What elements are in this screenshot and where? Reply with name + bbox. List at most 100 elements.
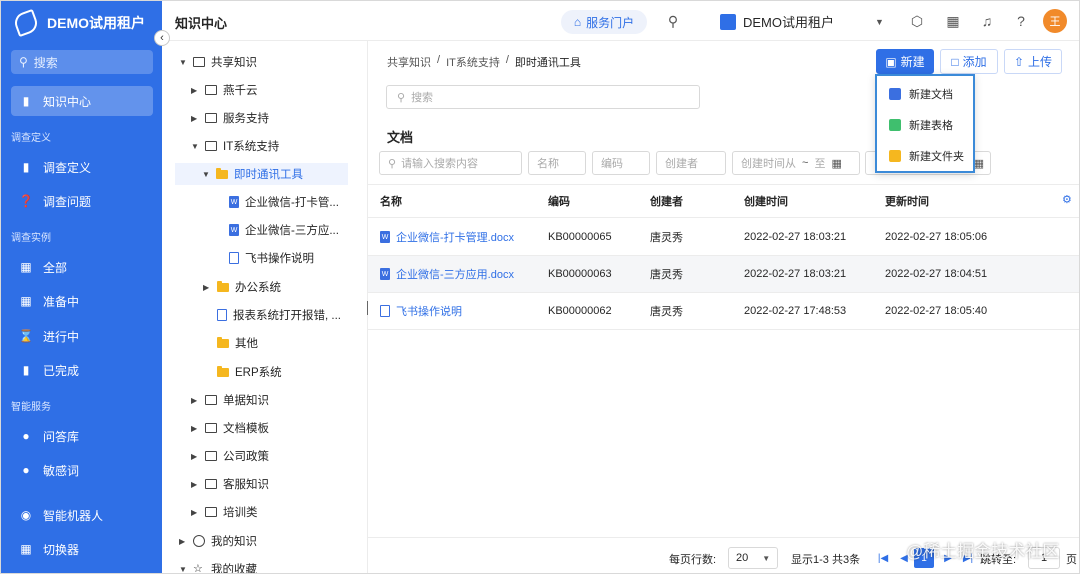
document-icon <box>380 305 390 317</box>
sidebar-item-survey-def[interactable]: ▮ 调查定义 <box>11 152 153 182</box>
watermark: @稀土掘金技术社区 <box>906 542 1060 561</box>
row-code: KB00000063 <box>548 268 612 280</box>
tree-node-doc-feishu[interactable]: 飞书操作说明 <box>229 247 314 269</box>
search-icon[interactable]: ⚲ <box>664 12 682 30</box>
table-row[interactable]: 飞书操作说明 KB00000062 唐灵秀 2022-02-27 17:48:5… <box>368 293 1079 330</box>
search-input[interactable]: ⚲ 搜索 <box>386 85 700 109</box>
created-date-range[interactable]: 创建时间从 ~ 至 ▦ <box>732 151 860 175</box>
column-header-code[interactable]: 编码 <box>548 185 570 217</box>
keyword-filter-input[interactable]: ⚲ 请输入搜索内容 <box>379 151 522 175</box>
tree-node-label: 服务支持 <box>223 113 269 125</box>
created-from-placeholder: 创建时间从 <box>741 158 796 170</box>
tree-node-report-error[interactable]: 报表系统打开报错, ... <box>217 304 341 326</box>
tree-node-my-favorites[interactable]: ▼ ☆ 我的收藏 <box>179 558 257 574</box>
rows-per-page-select[interactable]: 20 ▼ <box>728 547 778 569</box>
tree-node-service-support[interactable]: ▶ 服务支持 <box>191 107 269 129</box>
tree-node-label: 企业微信-三方应... <box>245 225 339 237</box>
tenant-selector[interactable]: DEMO试用租户 ▼ <box>720 12 884 31</box>
tree-node-office[interactable]: ▶ 办公系统 <box>203 276 281 298</box>
tree-node-label: ERP系统 <box>235 367 282 379</box>
sidebar-item-all[interactable]: ▦ 全部 <box>11 252 153 282</box>
tree-node-im-tools[interactable]: ▼ 即时通讯工具 <box>175 163 348 185</box>
row-name[interactable]: 企业微信-三方应用.docx <box>396 266 514 282</box>
sidebar-item-label: 敏感词 <box>43 463 80 478</box>
new-button-label: 新建 <box>900 55 925 69</box>
tree-node-forms[interactable]: ▶ 单据知识 <box>191 389 269 411</box>
tree-node-templates[interactable]: ▶ 文档模板 <box>191 417 269 439</box>
code-filter-input[interactable]: 编码 <box>592 151 650 175</box>
tree-node-policy[interactable]: ▶ 公司政策 <box>191 445 269 467</box>
menu-item-new-doc[interactable]: 新建文档 <box>889 84 953 104</box>
sidebar-item-survey-question[interactable]: ❓ 调查问题 <box>11 186 153 216</box>
row-name[interactable]: 飞书操作说明 <box>396 303 462 319</box>
column-header-creator[interactable]: 创建者 <box>650 185 683 217</box>
calendar-icon[interactable]: ▦ <box>944 12 962 30</box>
folder-icon <box>217 365 229 377</box>
caret-right-icon: ▶ <box>203 282 210 292</box>
tree-node-label: 办公系统 <box>235 282 281 294</box>
tree-node-other[interactable]: 其他 <box>217 332 258 354</box>
sidebar-item-bot[interactable]: ◉ 智能机器人 <box>11 500 153 530</box>
tenant-name: DEMO试用租户 <box>47 15 145 31</box>
tree-node-doc-wechat-apps[interactable]: W 企业微信-三方应... <box>229 219 339 241</box>
column-header-name[interactable]: 名称 <box>380 185 402 217</box>
tree-node-erp[interactable]: ERP系统 <box>217 361 282 383</box>
column-header-created[interactable]: 创建时间 <box>744 185 788 217</box>
row-name-cell[interactable]: W 企业微信-三方应用.docx <box>380 256 514 292</box>
building-icon <box>720 13 736 30</box>
sidebar-group-smart-service: 智能服务 <box>11 402 51 413</box>
caret-down-icon: ▼ <box>179 564 187 574</box>
sidebar-item-sensitive[interactable]: ● 敏感词 <box>11 455 153 485</box>
sidebar-item-label: 全部 <box>43 260 68 275</box>
brand: DEMO试用租户 <box>11 8 145 38</box>
book-icon <box>205 451 217 461</box>
row-updated: 2022-02-27 18:04:51 <box>885 268 988 280</box>
breadcrumb-item[interactable]: IT系统支持 <box>446 54 500 70</box>
caret-right-icon: ▶ <box>191 479 198 489</box>
bell-icon[interactable]: ♫ <box>978 12 996 30</box>
help-icon[interactable]: ? <box>1012 12 1030 30</box>
column-settings-icon[interactable]: ⚙ <box>1062 193 1072 206</box>
avatar[interactable]: 王 <box>1043 9 1067 33</box>
row-name-cell[interactable]: W 企业微信-打卡管理.docx <box>380 219 514 255</box>
tree-node-shared[interactable]: ▼ 共享知识 <box>179 51 257 73</box>
collapse-sidebar-button[interactable]: ‹ <box>154 30 170 46</box>
question-icon: ❓ <box>18 194 34 208</box>
tree-node-training[interactable]: ▶ 培训类 <box>191 501 258 523</box>
sidebar-search-input[interactable]: ⚲ 搜索 <box>11 50 153 74</box>
creator-placeholder: 创建者 <box>665 158 698 170</box>
sidebar-item-in-progress[interactable]: ⌛ 进行中 <box>11 321 153 351</box>
table-row[interactable]: W 企业微信-三方应用.docx KB00000063 唐灵秀 2022-02-… <box>368 256 1079 293</box>
creator-filter-input[interactable]: 创建者 <box>656 151 726 175</box>
settings-hex-icon[interactable]: ⬡ <box>908 12 926 30</box>
menu-item-new-folder[interactable]: 新建文件夹 <box>889 146 964 166</box>
name-filter-input[interactable]: 名称 <box>528 151 586 175</box>
search-icon: ⚲ <box>19 55 28 69</box>
left-sidebar: DEMO试用租户 ⚲ 搜索 ▮ 知识中心 调查定义 ▮ 调查定义 ❓ 调查问题 … <box>1 1 162 573</box>
row-name[interactable]: 企业微信-打卡管理.docx <box>396 229 514 245</box>
tree-node-my-knowledge[interactable]: ▶ 我的知识 <box>179 530 257 552</box>
sidebar-item-label: 调查定义 <box>43 160 92 175</box>
sidebar-item-switcher[interactable]: ▦ 切换器 <box>11 534 153 564</box>
menu-item-label: 新建表格 <box>909 120 953 132</box>
column-header-updated[interactable]: 更新时间 <box>885 185 929 217</box>
sidebar-item-preparing[interactable]: ▦ 准备中 <box>11 286 153 316</box>
breadcrumb-item[interactable]: 共享知识 <box>387 54 431 70</box>
add-button[interactable]: □ 添加 <box>940 49 998 74</box>
service-portal-button[interactable]: ⌂ 服务门户 <box>561 10 647 34</box>
row-name-cell[interactable]: 飞书操作说明 <box>380 293 462 329</box>
menu-item-new-sheet[interactable]: 新建表格 <box>889 115 953 135</box>
upload-button[interactable]: ⇧ 上传 <box>1004 49 1062 74</box>
sidebar-item-done[interactable]: ▮ 已完成 <box>11 355 153 385</box>
sidebar-item-qa-lib[interactable]: ● 问答库 <box>11 421 153 451</box>
tree-node-label: 单据知识 <box>223 395 269 407</box>
tree-node-doc-wechat-clock[interactable]: W 企业微信-打卡管... <box>229 191 339 213</box>
new-button[interactable]: ▣ 新建 <box>876 49 934 74</box>
tree-node-label: 飞书操作说明 <box>245 253 314 265</box>
tree-node-yanqianyun[interactable]: ▶ 燕千云 <box>191 79 258 101</box>
tree-node-customer[interactable]: ▶ 客服知识 <box>191 473 269 495</box>
first-page-button[interactable]: |◀ <box>873 548 893 568</box>
sidebar-item-knowledge[interactable]: ▮ 知识中心 <box>11 86 153 116</box>
tree-node-it-support[interactable]: ▼ IT系统支持 <box>191 135 279 157</box>
table-row[interactable]: W 企业微信-打卡管理.docx KB00000065 唐灵秀 2022-02-… <box>368 219 1079 256</box>
